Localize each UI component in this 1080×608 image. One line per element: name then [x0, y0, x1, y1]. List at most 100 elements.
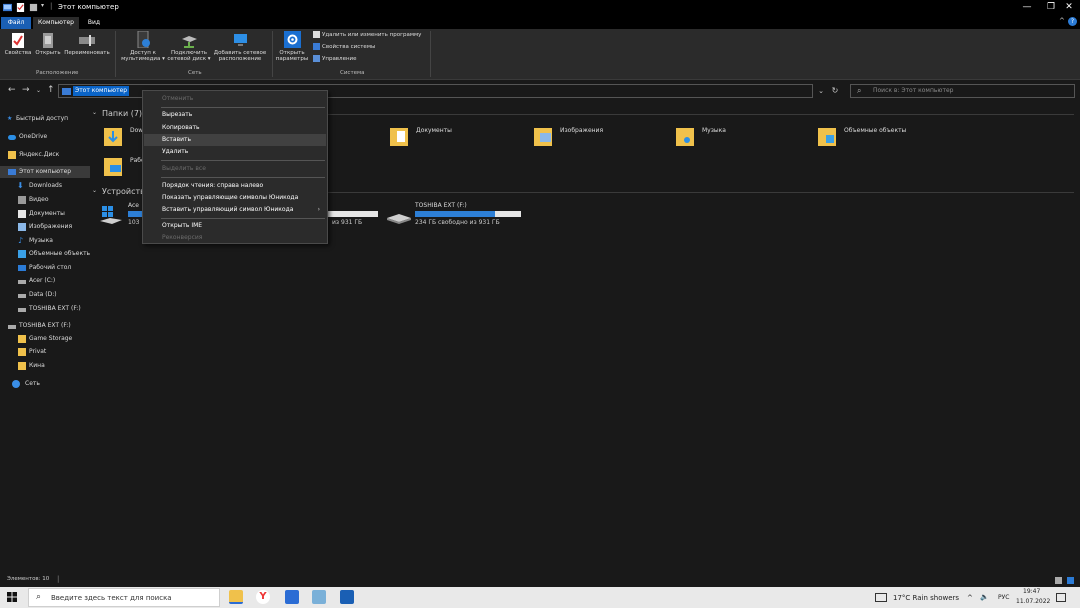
sidebar-item-quick-access[interactable]: ★ Быстрый доступ — [0, 113, 90, 125]
properties-quick-icon[interactable] — [16, 3, 25, 12]
sidebar-item-drive-f[interactable]: TOSHIBA EXT (F:) — [0, 303, 90, 315]
folder-pictures[interactable]: Изображения — [534, 125, 624, 151]
search-box[interactable]: ⌕ Поиск в: Этот компьютер — [850, 84, 1075, 98]
rename-button[interactable]: Переименовать — [63, 33, 111, 56]
address-path[interactable]: Этот компьютер — [73, 86, 130, 96]
app-taskbar-icon[interactable] — [312, 590, 326, 604]
clock-time[interactable]: 19:47 — [1023, 588, 1040, 595]
notifications-icon[interactable] — [1056, 593, 1066, 602]
pictures-folder-icon — [534, 128, 552, 146]
sidebar-item-onedrive[interactable]: OneDrive — [0, 131, 90, 143]
new-folder-quick-icon[interactable] — [29, 3, 38, 12]
customize-quick-access-icon[interactable]: ▾ — [41, 2, 44, 9]
folder-downloads[interactable]: Dow — [104, 125, 144, 151]
drive-f[interactable]: TOSHIBA EXT (F:) 234 ГБ свободно из 931 … — [387, 202, 527, 230]
submenu-arrow-icon: › — [317, 206, 320, 213]
manage-button[interactable]: Управление — [313, 55, 357, 63]
yandex-browser-taskbar-icon[interactable]: Y — [256, 590, 270, 604]
menu-item-show-unicode[interactable]: Показать управляющие символы Юникода — [144, 192, 326, 204]
collapse-folders-icon[interactable]: ⌄ — [92, 109, 97, 116]
menu-item-rtl-reading[interactable]: Порядок чтения: справа налево — [144, 180, 326, 192]
show-hidden-icons-button[interactable]: ^ — [967, 594, 973, 602]
sidebar-item-documents[interactable]: Документы — [0, 208, 90, 220]
collapse-ribbon-icon[interactable]: ^ — [1059, 17, 1065, 25]
system-properties-icon — [313, 43, 320, 50]
menu-separator — [161, 160, 325, 161]
large-icons-view-icon[interactable] — [1067, 577, 1074, 584]
tab-view[interactable]: Вид — [82, 17, 106, 29]
sidebar-item-drive-d[interactable]: Data (D:) — [0, 289, 90, 301]
sidebar-item-drive-c[interactable]: Acer (C:) — [0, 275, 90, 287]
sidebar-item-game-storage[interactable]: Game Storage — [0, 333, 90, 345]
close-button[interactable]: ✕ — [1058, 0, 1080, 16]
edge-taskbar-icon[interactable] — [340, 590, 354, 604]
folder-desktop[interactable]: Рабо — [104, 155, 145, 181]
windows-start-icon[interactable] — [7, 592, 17, 602]
back-button[interactable]: ← — [8, 85, 16, 95]
properties-button[interactable]: Свойства — [4, 33, 32, 56]
menu-item-copy[interactable]: Копировать — [144, 122, 326, 134]
help-icon[interactable]: ? — [1068, 17, 1077, 26]
media-access-button[interactable]: Доступ к мультимедиа ▾ — [120, 31, 166, 62]
sidebar-item-privat[interactable]: Privat — [0, 346, 90, 358]
language-indicator[interactable]: РУС — [998, 594, 1009, 601]
menu-item-delete[interactable]: Удалить — [144, 146, 326, 158]
open-icon — [43, 33, 53, 48]
clock-date[interactable]: 11.07.2022 — [1016, 598, 1050, 605]
drive-icon — [18, 280, 26, 284]
minimize-button[interactable]: — — [1016, 0, 1038, 16]
address-dropdown-button[interactable]: ⌄ — [815, 84, 827, 98]
folder-3d-objects[interactable]: Объемные объекты — [818, 125, 928, 151]
media-player-taskbar-icon[interactable] — [285, 590, 299, 604]
uninstall-program-button[interactable]: Удалить или изменить программу — [313, 31, 421, 39]
sidebar-item-yandex-disk[interactable]: Яндекс.Диск — [0, 149, 90, 161]
up-button[interactable]: ↑ — [47, 85, 55, 95]
taskbar: ⌕ Введите здесь текст для поиска Y 17°C … — [0, 587, 1080, 608]
news-widget-icon[interactable] — [875, 593, 887, 602]
external-drive-icon — [387, 214, 411, 224]
menu-item-select-all: Выделить все — [162, 165, 206, 172]
item-count: Элементов: 10 — [7, 576, 50, 582]
recent-locations-button[interactable]: ⌄ — [36, 87, 41, 94]
open-settings-button[interactable]: Открыть параметры — [274, 31, 310, 62]
taskbar-search-box[interactable]: ⌕ Введите здесь текст для поиска — [28, 588, 220, 607]
folders-header[interactable]: Папки (7) — [102, 109, 142, 118]
title-divider: | — [50, 2, 53, 10]
menu-item-open-ime[interactable]: Открыть IME — [144, 220, 326, 232]
details-view-icon[interactable] — [1055, 577, 1062, 584]
system-properties-button[interactable]: Свойства системы — [313, 43, 375, 51]
folder-music[interactable]: Музыка — [676, 125, 756, 151]
refresh-button[interactable]: ↻ — [828, 84, 842, 98]
sidebar-label: OneDrive — [19, 133, 48, 140]
sidebar-item-downloads[interactable]: ⬇ Downloads — [0, 180, 90, 192]
map-drive-button[interactable]: Подключить сетевой диск ▾ — [166, 31, 212, 62]
menu-item-insert-unicode[interactable]: Вставить управляющий символ Юникода › — [144, 204, 326, 216]
sidebar-item-music[interactable]: ♪ Музыка — [0, 235, 90, 247]
menu-item-cut[interactable]: Вырезать — [144, 109, 326, 121]
tab-file[interactable]: Файл — [1, 17, 31, 29]
sidebar-label: Downloads — [29, 182, 62, 189]
explorer-app-icon[interactable] — [3, 3, 12, 12]
folder-documents[interactable]: Документы — [390, 125, 480, 151]
add-network-location-button[interactable]: Добавить сетевое расположение — [212, 31, 268, 62]
tab-computer[interactable]: Компьютер — [33, 17, 79, 29]
weather-text[interactable]: 17°C Rain showers — [893, 594, 959, 602]
file-explorer-taskbar-icon[interactable] — [229, 590, 243, 604]
title-bar: ▾ | Этот компьютер — ❐ ✕ — [0, 0, 1080, 16]
sidebar-item-this-pc[interactable]: Этот компьютер — [0, 166, 90, 178]
sidebar-item-video[interactable]: Видео — [0, 194, 90, 206]
open-button[interactable]: Открыть — [34, 33, 62, 56]
sidebar-item-network[interactable]: Сеть — [0, 378, 90, 390]
forward-button[interactable]: → — [22, 85, 30, 95]
video-icon — [18, 196, 26, 204]
sidebar-item-desktop[interactable]: Рабочий стол — [0, 262, 90, 274]
sidebar-item-toshiba-root[interactable]: TOSHIBA EXT (F:) — [0, 320, 90, 332]
sidebar-item-pictures[interactable]: Изображения — [0, 221, 90, 233]
sidebar-item-kina[interactable]: Кина — [0, 360, 90, 372]
sidebar-item-3d-objects[interactable]: Объемные объекты — [0, 248, 90, 260]
sidebar-label: Рабочий стол — [29, 264, 72, 271]
menu-item-paste[interactable]: Вставить — [144, 134, 326, 146]
context-menu: Отменить Вырезать Копировать Вставить Уд… — [142, 90, 328, 244]
volume-icon[interactable]: 🔈 — [980, 593, 989, 601]
collapse-devices-icon[interactable]: ⌄ — [92, 187, 97, 194]
